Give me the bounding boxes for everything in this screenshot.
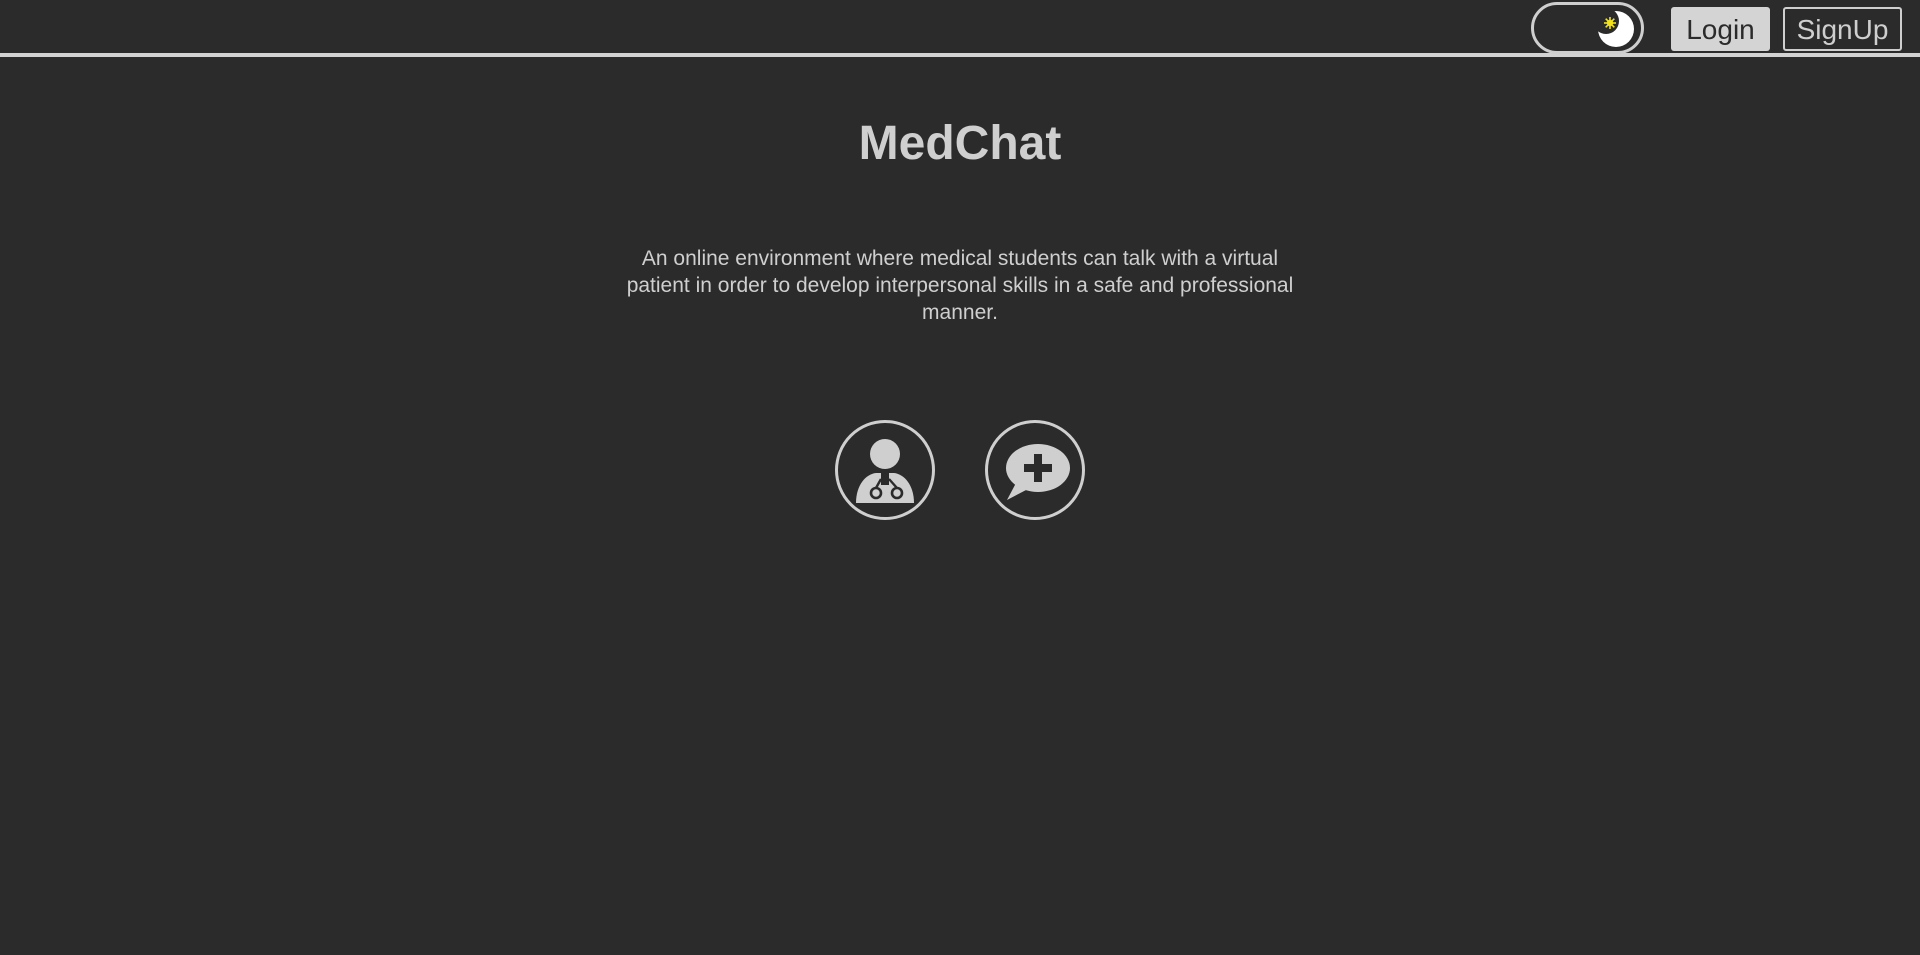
sun-icon <box>1604 17 1616 29</box>
signup-button[interactable]: SignUp <box>1783 7 1902 51</box>
medical-chat-icon <box>1006 444 1070 500</box>
top-navigation-bar: Login SignUp <box>0 0 1920 57</box>
medical-chat-button[interactable] <box>985 420 1085 520</box>
login-button[interactable]: Login <box>1671 7 1770 51</box>
doctor-button[interactable] <box>835 420 935 520</box>
moon-icon <box>1598 11 1634 47</box>
theme-toggle[interactable] <box>1531 2 1644 54</box>
doctor-icon <box>856 439 914 503</box>
page-title: MedChat <box>858 117 1062 170</box>
page-description: An online environment where medical stud… <box>626 247 1294 324</box>
